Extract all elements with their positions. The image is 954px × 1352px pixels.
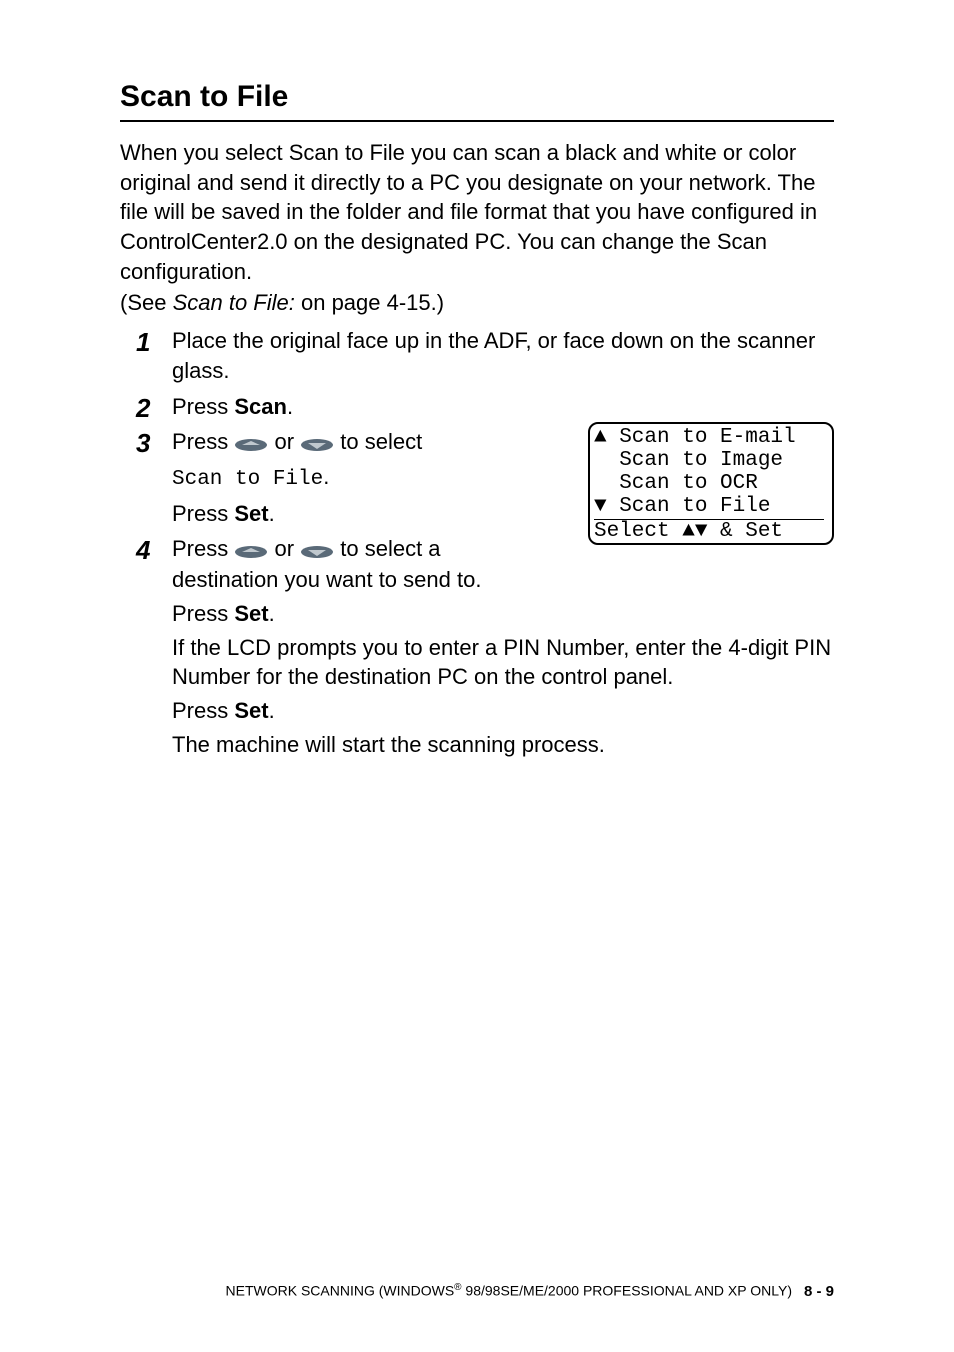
press-label: Press bbox=[172, 601, 234, 626]
see-suffix: on page 4-15.) bbox=[295, 290, 444, 315]
step-3-line1: Press or to select bbox=[172, 427, 472, 458]
period: . bbox=[269, 601, 275, 626]
footer-text-a: NETWORK SCANNING (WINDOWS bbox=[226, 1283, 455, 1299]
step-3-mono: Scan to File. bbox=[172, 462, 472, 494]
footer-text-b: 98/98SE/ME/2000 PROFESSIONAL AND XP ONLY… bbox=[462, 1283, 792, 1299]
see-italic: Scan to File: bbox=[173, 290, 295, 315]
see-reference: (See Scan to File: on page 4-15.) bbox=[120, 288, 834, 318]
intro-paragraph: When you select Scan to File you can sca… bbox=[120, 138, 834, 286]
step-4-line1: Press or to select a destination you wan… bbox=[172, 534, 512, 595]
press-label: Press bbox=[172, 429, 234, 454]
step-4: 4 Press or to select a destination you w… bbox=[136, 534, 834, 763]
scan-button-label: Scan bbox=[234, 394, 287, 419]
press-label: Press bbox=[172, 698, 234, 723]
step-number: 4 bbox=[136, 534, 172, 565]
press-label: Press bbox=[172, 501, 234, 526]
nav-down-icon bbox=[300, 429, 334, 459]
lcd-row: ▲ Scan to E-mail bbox=[594, 426, 824, 449]
to-select-label: to select bbox=[334, 429, 422, 454]
step-4-press-set1: Press Set. bbox=[172, 599, 834, 629]
lcd-row: ▼ Scan to File bbox=[594, 495, 824, 518]
press-label: Press bbox=[172, 536, 234, 561]
step-4-pin: If the LCD prompts you to enter a PIN Nu… bbox=[172, 633, 834, 692]
set-button-label: Set bbox=[234, 501, 268, 526]
section-heading: Scan to File bbox=[120, 80, 834, 122]
period: . bbox=[269, 698, 275, 723]
or-label: or bbox=[268, 429, 300, 454]
nav-up-icon bbox=[234, 536, 268, 566]
nav-down-icon bbox=[300, 536, 334, 566]
step-2-text: Press Scan. bbox=[172, 392, 834, 422]
steps-list: 1 Place the original face up in the ADF,… bbox=[136, 326, 834, 763]
page-number: 8 - 9 bbox=[804, 1283, 834, 1300]
step-1: 1 Place the original face up in the ADF,… bbox=[136, 326, 834, 389]
or-label: or bbox=[268, 536, 300, 561]
registered-icon: ® bbox=[454, 1282, 461, 1293]
see-prefix: (See bbox=[120, 290, 173, 315]
lcd-row-select: Select ▲▼ & Set bbox=[594, 519, 824, 543]
set-button-label: Set bbox=[234, 698, 268, 723]
step-number: 2 bbox=[136, 392, 172, 423]
lcd-display: ▲ Scan to E-mail Scan to Image Scan to O… bbox=[588, 422, 834, 544]
set-button-label: Set bbox=[234, 601, 268, 626]
period: . bbox=[323, 464, 329, 489]
scan-to-file-mono: Scan to File bbox=[172, 468, 323, 491]
press-label: Press bbox=[172, 394, 234, 419]
nav-up-icon bbox=[234, 429, 268, 459]
period: . bbox=[269, 501, 275, 526]
step-2: 2 Press Scan. bbox=[136, 392, 834, 426]
step-4-press-set2: Press Set. bbox=[172, 696, 834, 726]
step-4-final: The machine will start the scanning proc… bbox=[172, 730, 834, 760]
period: . bbox=[287, 394, 293, 419]
step-number: 1 bbox=[136, 326, 172, 357]
page-footer: NETWORK SCANNING (WINDOWS® 98/98SE/ME/20… bbox=[120, 1282, 834, 1300]
lcd-row: Scan to OCR bbox=[594, 472, 824, 495]
step-number: 3 bbox=[136, 427, 172, 458]
step-3-press-set: Press Set. bbox=[172, 499, 472, 529]
step-1-text: Place the original face up in the ADF, o… bbox=[172, 326, 834, 385]
lcd-row: Scan to Image bbox=[594, 449, 824, 472]
